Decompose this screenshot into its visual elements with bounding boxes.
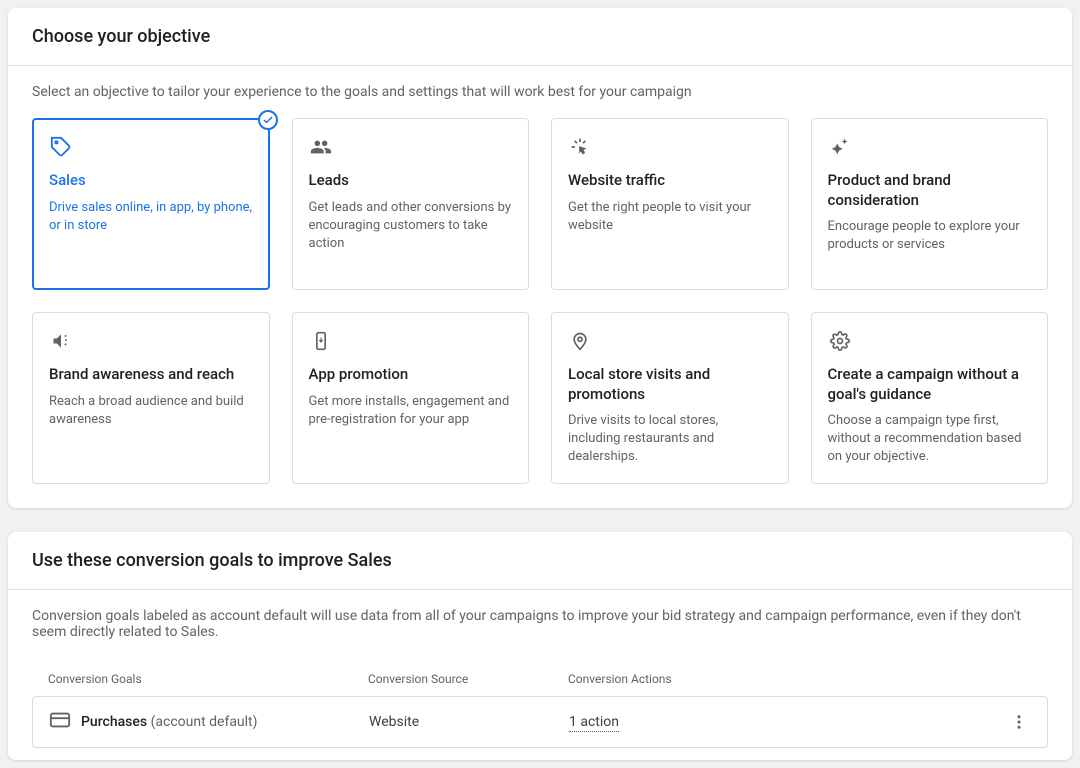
objective-no-goal[interactable]: Create a campaign without a goal's guida…	[811, 312, 1049, 484]
goal-name: Purchases	[81, 714, 147, 730]
objective-desc: Drive visits to local stores, including …	[568, 412, 772, 467]
choose-objective-card: Choose your objective Select an objectiv…	[8, 8, 1072, 508]
objective-desc: Get more installs, engagement and pre-re…	[309, 393, 513, 429]
objective-title: Brand awareness and reach	[49, 365, 253, 385]
objective-title: Product and brand consideration	[828, 171, 1032, 210]
goal-suffix: (account default)	[151, 714, 258, 730]
objective-desc: Encourage people to explore your product…	[828, 218, 1032, 254]
card-header: Choose your objective	[8, 8, 1072, 66]
objective-local-store[interactable]: Local store visits and promotions Drive …	[551, 312, 789, 484]
objective-desc: Get the right people to visit your websi…	[568, 199, 772, 235]
conversion-goals-card: Use these conversion goals to improve Sa…	[8, 532, 1072, 760]
gear-icon	[828, 329, 852, 353]
objective-app-promotion[interactable]: App promotion Get more installs, engagem…	[292, 312, 530, 484]
goals-table-header: Conversion Goals Conversion Source Conve…	[32, 662, 1048, 696]
col-conversion-goals: Conversion Goals	[48, 672, 368, 686]
goal-row-purchases[interactable]: Purchases (account default) Website 1 ac…	[32, 696, 1048, 748]
objective-desc: Reach a broad audience and build awarene…	[49, 393, 253, 429]
objective-title: App promotion	[309, 365, 513, 385]
objective-title: Local store visits and promotions	[568, 365, 772, 404]
app-download-icon	[309, 329, 333, 353]
objective-desc: Choose a campaign type first, without a …	[828, 412, 1032, 467]
credit-card-icon	[49, 709, 71, 735]
megaphone-icon	[49, 329, 73, 353]
more-vert-icon	[1010, 713, 1028, 731]
objective-title: Sales	[49, 171, 253, 191]
card-body: Conversion goals labeled as account defa…	[8, 590, 1072, 760]
sparkle-icon	[828, 135, 852, 159]
people-icon	[309, 135, 333, 159]
selected-check-icon	[258, 110, 278, 130]
objective-brand-awareness[interactable]: Brand awareness and reach Reach a broad …	[32, 312, 270, 484]
objective-title: Create a campaign without a goal's guida…	[828, 365, 1032, 404]
objective-subtitle: Select an objective to tailor your exper…	[32, 84, 1048, 100]
objective-title: Website traffic	[568, 171, 772, 191]
card-title: Choose your objective	[32, 26, 1048, 47]
objective-leads[interactable]: Leads Get leads and other conversions by…	[292, 118, 530, 290]
objective-title: Leads	[309, 171, 513, 191]
col-conversion-source: Conversion Source	[368, 672, 568, 686]
objective-grid: Sales Drive sales online, in app, by pho…	[32, 118, 1048, 484]
objective-sales[interactable]: Sales Drive sales online, in app, by pho…	[32, 118, 270, 290]
col-conversion-actions: Conversion Actions	[568, 672, 992, 686]
objective-product-brand[interactable]: Product and brand consideration Encourag…	[811, 118, 1049, 290]
objective-desc: Drive sales online, in app, by phone, or…	[49, 199, 253, 235]
card-header: Use these conversion goals to improve Sa…	[8, 532, 1072, 590]
more-options-button[interactable]	[1007, 710, 1031, 734]
click-icon	[568, 135, 592, 159]
card-title: Use these conversion goals to improve Sa…	[32, 550, 1048, 571]
card-body: Select an objective to tailor your exper…	[8, 66, 1072, 508]
location-pin-icon	[568, 329, 592, 353]
goal-source: Website	[369, 714, 569, 730]
goals-subtitle: Conversion goals labeled as account defa…	[32, 608, 1048, 640]
tag-icon	[49, 135, 73, 159]
objective-website-traffic[interactable]: Website traffic Get the right people to …	[551, 118, 789, 290]
objective-desc: Get leads and other conversions by encou…	[309, 199, 513, 254]
goal-actions-link[interactable]: 1 action	[569, 714, 619, 732]
